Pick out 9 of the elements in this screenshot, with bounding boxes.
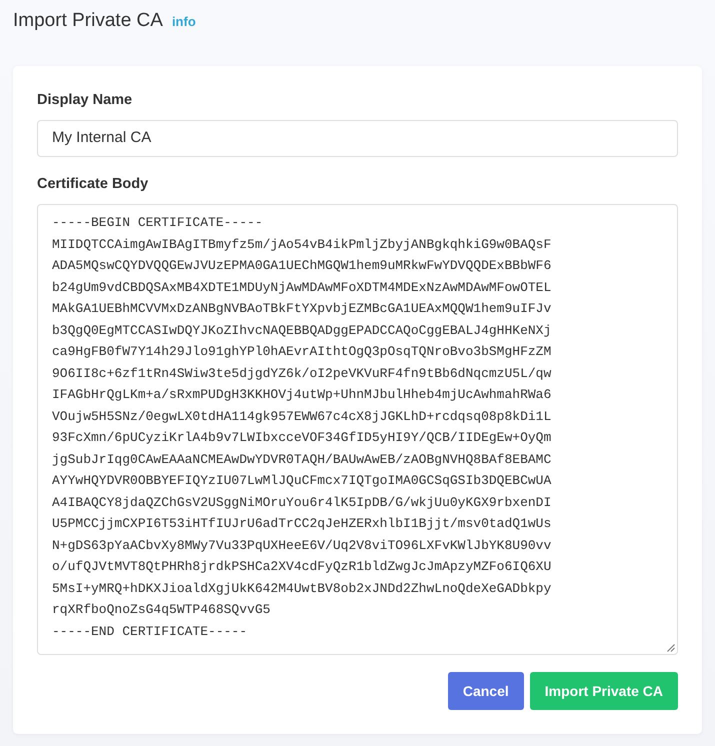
import-button[interactable]: Import Private CA xyxy=(530,672,678,710)
display-name-field[interactable]: My Internal CA xyxy=(37,120,678,157)
info-link[interactable]: info xyxy=(172,10,196,34)
cancel-button[interactable]: Cancel xyxy=(448,672,524,710)
field-label: Display Name xyxy=(37,91,134,110)
page-title: Import Private CA xyxy=(13,9,163,33)
field-label: Certificate Body xyxy=(37,175,150,194)
certificate-body-field[interactable]: -----BEGIN CERTIFICATE----- MIIDQTCCAimgAwIBAgITBmyfz5m/jAo54vB4ikPmljZbyjANBgkqhkiG9w0BAQsF ADA5MQswCQYDVQQGEwJVUzEPMA0GA1UEChMGQW1hem9uMRkwFwYDVQQDExBBbWF6 b24gUm9vdCBDQSAxMB4XDTE1MDUyNjAwMDAwMFoXDTM4MDExNzAwMDAwMFowOTEL MAkGA1UEBhMCVVMxDzANBgNVBAoTBkFtYXpvbjEZMBcGA1UEAxMQQW1hem9uIFJv b3QgQ0EgMTCCASIwDQYJKoZIhvcNAQEBBQADggEPADCCAQoCggEBALJ4gHHKeNXj ca9HgFB0fW7Y14h29Jlo91ghYPl0hAEvrAIthtOgQ3pOsqTQNroBvo3bSMgHFzZM 9O6II8c+6zf1tRn4SWiw3te5djgdYZ6k/oI2peVKVuRF4fn9tBb6dNqcmzU5L/qw IFAGbHrQgLKm+a/sRxmPUDgH3KKHOVj4utWp+UhnMJbulHheb4mjUcAwhmahRWa6 VOujw5H5SNz/0egwLX0tdHA114gk957EWW67c4cX8jJGKLhD+rcdqsq08p8kDi1L 93FcXmn/6pUCyziKrlA4b9v7LWIbxcceVOF34GfID5yHI9Y/QCB/IIDEgEw+OyQm jgSubJrIqg0CAwEAAaNCMEAwDwYDVR0TAQH/BAUwAwEB/zAOBgNVHQ8BAf8EBAMC AYYwHQYDVR0OBBYEFIQYzIU07LwMlJQuCFmcx7IQTgoIMA0GCSqGSIb3DQEBCwUA A4IBAQCY8jdaQZChGsV2USggNiMOruYou6r4lK5IpDB/G/wkjUu0yKGX9rbxenDI U5PMCCjjmCXPI6T53iHTfIUJrU6adTrCC2qJeHZERxhlbI1Bjjt/msv0tadQ1wUs N+gDS63pYaACbvXy8MWy7Vu33PqUXHeeE6V/Uq2V8viTO96LXFvKWlJbYK8U90vv o/ufQJVtMVT8QtPHRh8jrdkPSHCa2XV4cdFyQzR1bldZwgJcJmApzyMZFo6IQ6XU 5MsI+yMRQ+hDKXJioaldXgjUkK642M4UwtBV8ob2xJNDd2ZhwLnoQdeXeGADbkpy rqXRfboQnoZsG4q5WTP468SQvvG5 -----END CERTIFICATE----- xyxy=(37,204,678,655)
resize-grip-icon[interactable] xyxy=(667,644,675,652)
